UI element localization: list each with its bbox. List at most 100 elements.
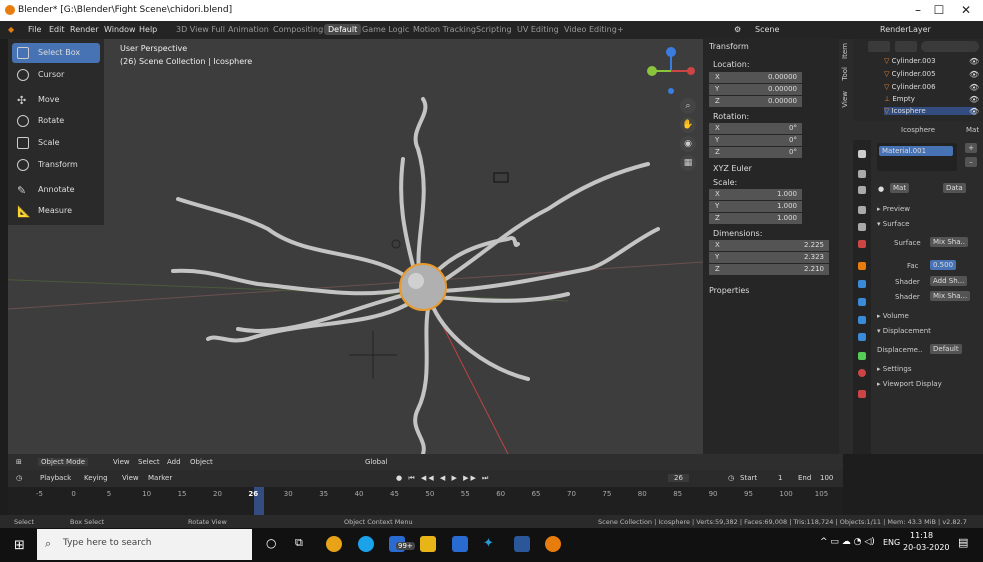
- timeline-editor-icon[interactable]: ◷: [16, 474, 22, 482]
- rotation-x-field[interactable]: X 0°: [709, 123, 802, 134]
- dimensions-y-field[interactable]: Y 2.323: [709, 252, 829, 263]
- tool-rotate[interactable]: Rotate: [12, 111, 100, 131]
- blender-taskbar-icon[interactable]: [545, 536, 561, 552]
- current-frame-field[interactable]: 26: [668, 474, 689, 482]
- location-z-field[interactable]: Z 0.00000: [709, 96, 802, 107]
- system-tray-icons[interactable]: ^ ▭ ☁ ◔ ◁): [820, 537, 875, 547]
- display-mode-dropdown[interactable]: [868, 41, 890, 52]
- location-x-field[interactable]: X 0.00000: [709, 72, 802, 83]
- outliner-item[interactable]: ⊥ Empty: [884, 95, 915, 103]
- start-frame-field[interactable]: 1: [778, 474, 782, 482]
- shader2-selector[interactable]: Mix Sha...: [930, 291, 971, 301]
- object-name-field[interactable]: Icosphere: [901, 126, 935, 134]
- 3d-viewport[interactable]: User Perspective (26) Scene Collection |…: [8, 39, 703, 454]
- clock-time[interactable]: 11:18: [910, 531, 933, 540]
- orientation-selector[interactable]: Global: [365, 458, 387, 466]
- scene-selector[interactable]: Scene: [755, 25, 779, 34]
- tool-scale[interactable]: Scale: [12, 133, 100, 153]
- material-tab-label[interactable]: Mat: [966, 126, 979, 134]
- add-menu[interactable]: Add: [167, 458, 181, 466]
- dropbox-icon[interactable]: ✦: [483, 536, 499, 552]
- texture-props-icon[interactable]: [858, 390, 866, 398]
- world-props-icon[interactable]: [858, 240, 866, 248]
- object-menu[interactable]: Object: [190, 458, 213, 466]
- task-view-icon[interactable]: ⧉: [295, 536, 311, 552]
- edge-icon[interactable]: [358, 536, 374, 552]
- object-props-icon[interactable]: [858, 262, 866, 270]
- modifier-icon[interactable]: [858, 280, 866, 288]
- displacement-selector[interactable]: Default: [930, 344, 962, 354]
- scale-y-field[interactable]: Y 1.000: [709, 201, 802, 212]
- scale-x-field[interactable]: X 1.000: [709, 189, 802, 200]
- menu-help[interactable]: Help: [139, 25, 157, 34]
- tab-default[interactable]: Default: [324, 24, 362, 35]
- select-menu[interactable]: Select: [138, 458, 160, 466]
- playback-controls[interactable]: ● ⏮ ◀◀ ◀ ▶ ▶▶ ⏭: [396, 474, 490, 483]
- cortana-icon[interactable]: ○: [266, 536, 282, 552]
- tab-uv-editing[interactable]: UV Editing: [517, 25, 559, 34]
- material-selector[interactable]: Mat: [890, 183, 910, 193]
- material-slot[interactable]: Material.001: [879, 146, 953, 156]
- mode-selector[interactable]: Object Mode: [38, 458, 89, 466]
- camera-view-icon[interactable]: ◉: [680, 136, 696, 152]
- location-y-field[interactable]: Y 0.00000: [709, 84, 802, 95]
- displacement-panel-header[interactable]: ▾ Displacement: [877, 327, 931, 335]
- scene-props-icon[interactable]: [858, 223, 866, 231]
- eye-icon[interactable]: 👁: [969, 95, 979, 104]
- store-icon[interactable]: [452, 536, 468, 552]
- word-icon[interactable]: [514, 536, 530, 552]
- constraints-icon[interactable]: [858, 333, 866, 341]
- notification-icon[interactable]: ▤: [958, 536, 968, 549]
- file-explorer-icon[interactable]: [420, 536, 436, 552]
- tool-props-icon[interactable]: [858, 150, 866, 158]
- taskbar-search-box[interactable]: ⌕ Type here to search: [37, 529, 252, 560]
- close-button[interactable]: ✕: [951, 3, 981, 17]
- data-link-dropdown[interactable]: Data: [943, 183, 966, 193]
- zoom-icon[interactable]: ⌕: [680, 98, 696, 114]
- tool-move[interactable]: ✣ Move: [12, 90, 100, 110]
- material-props-icon[interactable]: [858, 369, 866, 377]
- menu-edit[interactable]: Edit: [49, 25, 65, 34]
- settings-panel-header[interactable]: ▸ Settings: [877, 365, 911, 373]
- language-indicator[interactable]: ENG: [883, 538, 900, 547]
- viewport-display-panel-header[interactable]: ▸ Viewport Display: [877, 380, 942, 388]
- grid-ortho-icon[interactable]: ▦: [680, 155, 696, 171]
- properties-subpanel[interactable]: Properties: [709, 286, 749, 295]
- tab-tool[interactable]: Tool: [841, 67, 849, 81]
- menu-file[interactable]: File: [28, 25, 41, 34]
- transform-header[interactable]: Transform: [709, 42, 749, 51]
- marker-menu[interactable]: Marker: [148, 474, 172, 482]
- menu-window[interactable]: Window: [104, 25, 136, 34]
- tab-view[interactable]: View: [841, 91, 849, 108]
- particles-icon[interactable]: [858, 298, 866, 306]
- rotation-mode-select[interactable]: XYZ Euler: [713, 164, 752, 173]
- tab-motion-tracking[interactable]: Motion Tracking: [413, 25, 476, 34]
- view-menu[interactable]: View: [113, 458, 130, 466]
- physics-icon[interactable]: [858, 316, 866, 324]
- fac-slider[interactable]: 0.500: [930, 260, 957, 270]
- scale-z-field[interactable]: Z 1.000: [709, 213, 802, 224]
- tab-animation[interactable]: Animation: [228, 25, 269, 34]
- editor-type-icon[interactable]: ⊞: [16, 458, 22, 466]
- end-frame-field[interactable]: 100: [820, 474, 833, 482]
- view-menu[interactable]: View: [122, 474, 139, 482]
- eye-icon[interactable]: 👁: [969, 70, 979, 79]
- tool-annotate[interactable]: ✎ Annotate: [12, 180, 100, 200]
- outliner-search-input[interactable]: [921, 41, 979, 52]
- keying-menu[interactable]: Keying: [84, 474, 108, 482]
- tool-cursor[interactable]: Cursor: [12, 65, 100, 85]
- outliner-item[interactable]: ▽ Cylinder.005: [884, 70, 936, 78]
- render-props-icon[interactable]: [858, 170, 866, 178]
- playback-menu[interactable]: Playback: [40, 474, 71, 482]
- object-data-icon[interactable]: [858, 352, 866, 360]
- hand-pan-icon[interactable]: ✋: [680, 117, 696, 133]
- filter-dropdown[interactable]: [895, 41, 917, 52]
- dimensions-x-field[interactable]: X 2.225: [709, 240, 829, 251]
- menu-render[interactable]: Render: [70, 25, 98, 34]
- output-props-icon[interactable]: [858, 186, 866, 194]
- tool-select-box[interactable]: Select Box: [12, 43, 100, 63]
- tab-compositing[interactable]: Compositing: [273, 25, 323, 34]
- windows-start-icon[interactable]: ⊞: [14, 538, 25, 553]
- tab-3d-view-full[interactable]: 3D View Full: [176, 25, 225, 34]
- outliner-item[interactable]: ▽ Cylinder.006: [884, 83, 936, 91]
